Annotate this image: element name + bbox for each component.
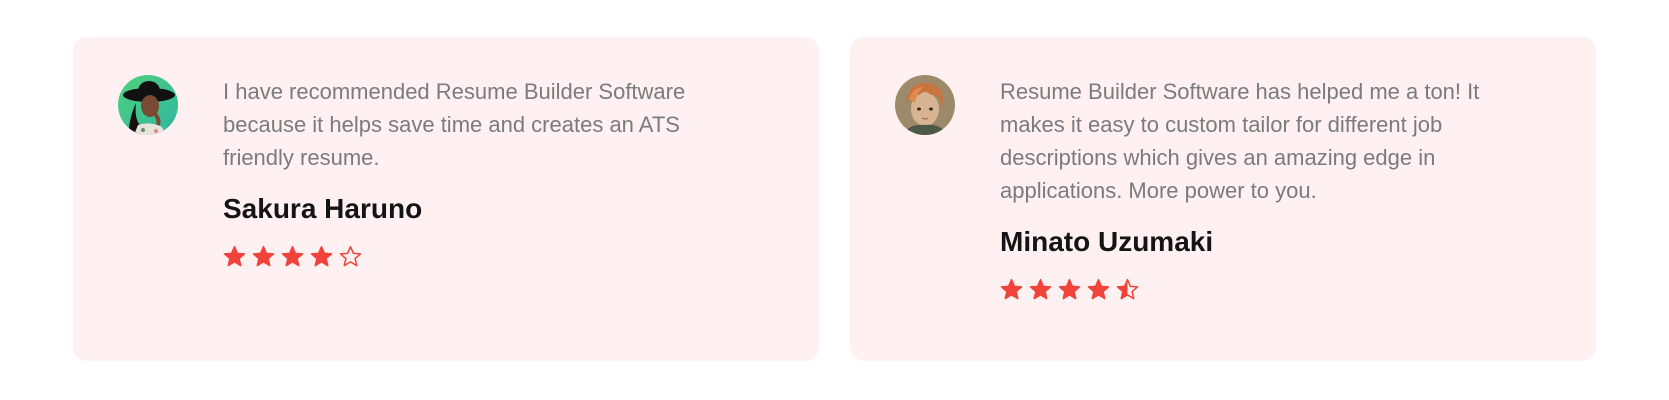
testimonial-body: Resume Builder Software has helped me a …: [1000, 75, 1520, 301]
testimonial-body: I have recommended Resume Builder Softwa…: [223, 75, 743, 268]
testimonial-card: I have recommended Resume Builder Softwa…: [73, 37, 819, 361]
star-icon: [1000, 278, 1023, 300]
star-icon: [223, 245, 246, 267]
avatar: [895, 75, 955, 135]
star-icon: [1029, 278, 1052, 300]
empty-star-icon: [339, 245, 362, 267]
testimonials-section: I have recommended Resume Builder Softwa…: [0, 0, 1669, 400]
star-icon: [1087, 278, 1110, 300]
star-rating: [223, 245, 743, 268]
star-icon: [310, 245, 333, 267]
star-icon: [1058, 278, 1081, 300]
avatar: [118, 75, 178, 135]
star-icon: [252, 245, 275, 267]
testimonial-author: Minato Uzumaki: [1000, 226, 1214, 257]
testimonial-card: Resume Builder Software has helped me a …: [850, 37, 1596, 361]
testimonial-quote: I have recommended Resume Builder Softwa…: [223, 79, 686, 170]
testimonial-author: Sakura Haruno: [223, 193, 423, 224]
testimonial-quote: Resume Builder Software has helped me a …: [1000, 79, 1480, 203]
half-star-icon: [1116, 278, 1139, 300]
star-rating: [1000, 278, 1520, 301]
star-icon: [281, 245, 304, 267]
